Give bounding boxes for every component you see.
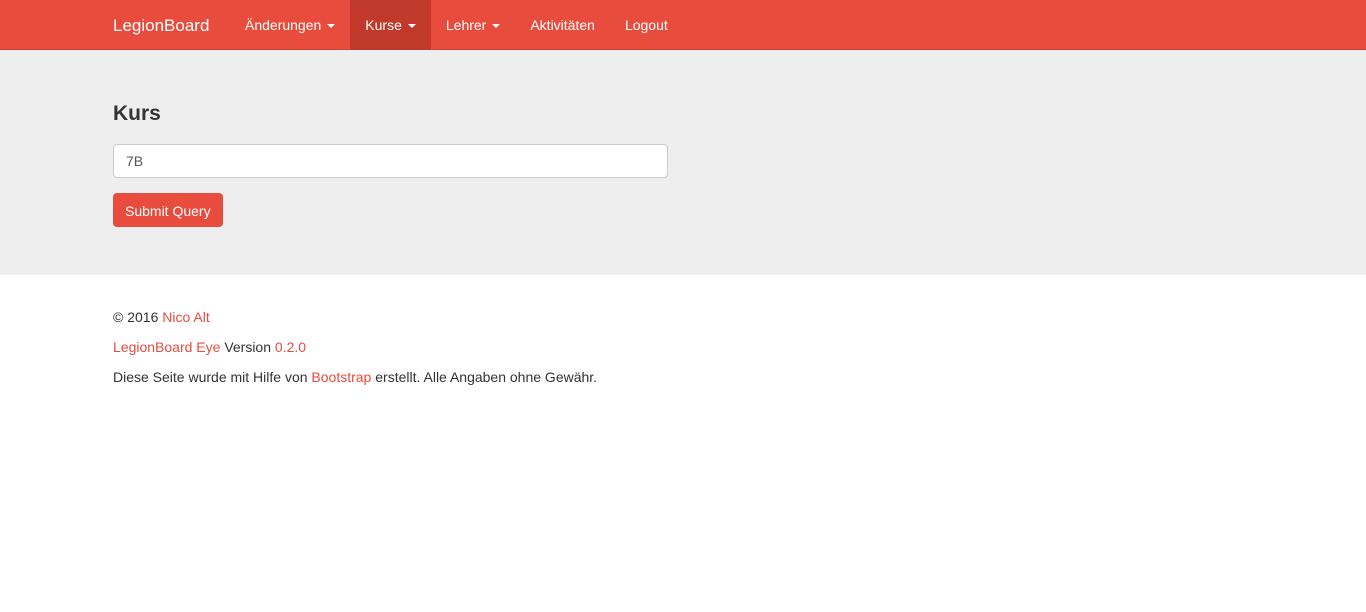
credits-suffix: erstellt. Alle Angaben ohne Gewähr. bbox=[375, 369, 598, 385]
course-input[interactable] bbox=[113, 144, 668, 178]
nav-item-label: Änderungen bbox=[245, 16, 322, 33]
page-title: Kurs bbox=[113, 102, 161, 125]
course-form-section: Kurs Submit Query bbox=[0, 50, 1366, 275]
nav-item-label: Kurse bbox=[365, 16, 402, 33]
footer: © 2016 Nico Alt LegionBoard Eye Version … bbox=[113, 307, 597, 397]
app-link[interactable]: LegionBoard Eye bbox=[113, 339, 220, 355]
brand-link[interactable]: LegionBoard bbox=[113, 0, 209, 50]
submit-query-button[interactable]: Submit Query bbox=[113, 193, 223, 227]
top-navbar: LegionBoard Änderungen Kurse Lehrer Akti… bbox=[0, 0, 1366, 50]
nav-item-label: Aktivitäten bbox=[530, 16, 595, 33]
credits-prefix: Diese Seite wurde mit Hilfe von bbox=[113, 369, 308, 385]
caret-down-icon bbox=[407, 24, 416, 28]
nav-item-label: Lehrer bbox=[445, 16, 487, 33]
version-link[interactable]: 0.2.0 bbox=[275, 339, 306, 355]
caret-down-icon bbox=[492, 24, 501, 28]
footer-copyright: © 2016 Nico Alt bbox=[113, 307, 597, 337]
version-label: Version bbox=[224, 339, 272, 355]
nav-item-label: Logout bbox=[624, 16, 668, 33]
footer-version: LegionBoard Eye Version 0.2.0 bbox=[113, 337, 597, 367]
nav-item-logout[interactable]: Logout bbox=[610, 0, 683, 50]
bootstrap-link[interactable]: Bootstrap bbox=[311, 369, 371, 385]
nav-item-aenderungen[interactable]: Änderungen bbox=[230, 0, 350, 50]
author-link[interactable]: Nico Alt bbox=[162, 309, 209, 325]
main-nav: Änderungen Kurse Lehrer Aktivitäten Logo… bbox=[230, 0, 683, 50]
footer-credits: Diese Seite wurde mit Hilfe von Bootstra… bbox=[113, 367, 597, 397]
caret-down-icon bbox=[327, 24, 336, 28]
nav-item-aktivitaeten[interactable]: Aktivitäten bbox=[515, 0, 610, 50]
nav-item-lehrer[interactable]: Lehrer bbox=[431, 0, 515, 50]
nav-item-kurse[interactable]: Kurse bbox=[350, 0, 431, 50]
copyright-text: © 2016 bbox=[113, 309, 159, 325]
